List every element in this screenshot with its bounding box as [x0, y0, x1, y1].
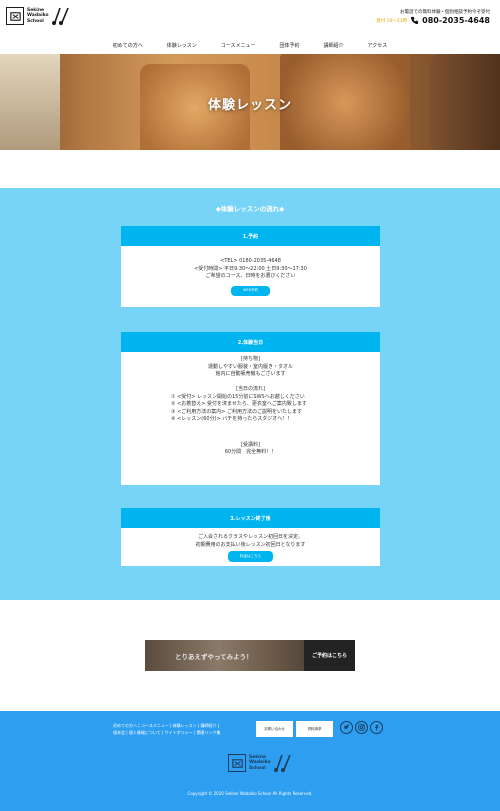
- drumsticks-icon: [273, 754, 291, 773]
- footer-link[interactable]: 個本会: [113, 730, 125, 735]
- phone-icon: [411, 16, 419, 25]
- book-now-label: ご予約はこちら: [311, 653, 347, 659]
- footer-link[interactable]: 初めての方へ: [113, 723, 137, 728]
- hero-banner: 体験レッスン: [0, 54, 500, 150]
- footer-link[interactable]: 講師紹介: [200, 723, 216, 728]
- step-heading: 3.レッスン終了後: [121, 508, 380, 528]
- step2-line: 館内に自動販売機もございます: [215, 371, 286, 377]
- footer-links: 初めての方へ | コースメニュー | 体験レッスン | 講師紹介 | 個本会 |…: [113, 723, 221, 735]
- nav-item-first-time[interactable]: 初めての方へ: [113, 40, 143, 52]
- facebook-icon[interactable]: [370, 721, 383, 734]
- contact-phone-number[interactable]: 080-2035-4648: [422, 16, 490, 25]
- nav-item-access[interactable]: アクセス: [368, 40, 388, 52]
- step-card-after-lesson: 3.レッスン終了後 ご入会されるクラスやレッスン初回日を決定。 初期費用のお支払…: [121, 508, 380, 566]
- drum-logo-icon: [228, 754, 246, 772]
- footer-link[interactable]: コースメニュー: [141, 723, 169, 728]
- step1-line: <受付時間> 平日9:30～22:00 土日9:30～17:30: [194, 265, 307, 272]
- contact-button[interactable]: お問い合わせ: [256, 721, 293, 737]
- step3-line: 初期費用のお支払い後レッスン初回日となります: [195, 541, 306, 548]
- header-contact: お電話での無料体験・個別相談予約今ぞ受付 受付 10～21時 080-2035-…: [376, 9, 490, 25]
- drumsticks-icon: [51, 7, 69, 26]
- twitter-icon[interactable]: [340, 721, 353, 734]
- main-nav: 初めての方へ 体験レッスン コースメニュー 団体予約 講師紹介 アクセス: [0, 40, 500, 52]
- flow-step-item: ④ <レッスン(60分)> バチを持ったらスタジオへ！！: [171, 416, 293, 422]
- step-card-lesson-day: 2.体験当日 [持ち物] 運動しやすい服装・室内履き・タオル 館内に自動販売機も…: [121, 332, 380, 485]
- step-heading: 1.予約: [121, 226, 380, 246]
- footer-link[interactable]: サイトポリシー: [165, 730, 193, 735]
- instagram-icon[interactable]: [355, 721, 368, 734]
- step3-line: ご入会されるクラスやレッスン初回日を決定。: [198, 534, 303, 540]
- book-now-button[interactable]: ご予約はこちら: [304, 640, 355, 671]
- lesson-flow-section: ◆体験レッスンの流れ◆ 1.予約 <TEL> 0180-2035-4648 <受…: [0, 188, 500, 600]
- logo-line-3: School: [249, 765, 266, 771]
- flow-section-title: ◆体験レッスンの流れ◆: [215, 205, 285, 213]
- nav-item-group-booking[interactable]: 団体予約: [280, 40, 300, 52]
- fee-value: 60分間 完全無料！！: [224, 449, 277, 455]
- logo-wordmark: Sekine Wadaiko School: [27, 8, 49, 25]
- drum-logo-icon: [6, 7, 24, 25]
- flow-step-item: ① <受付> レッスン開始の15分前にSWSへお越しください: [171, 393, 305, 400]
- site-footer: 初めての方へ | コースメニュー | 体験レッスン | 講師紹介 | 個本会 |…: [0, 711, 500, 811]
- contact-tagline: お電話での無料体験・個別相談予約今ぞ受付: [400, 10, 490, 15]
- footer-link[interactable]: 関連リンク集: [197, 730, 221, 735]
- step2-line: [当日の流れ]: [236, 386, 265, 392]
- nav-item-instructors[interactable]: 講師紹介: [324, 40, 344, 52]
- pricing-button[interactable]: 料金はこちら: [228, 551, 273, 562]
- copyright-text: Copyright © 2020 Sekine Wadaiko School A…: [187, 791, 313, 796]
- footer-link[interactable]: 体験レッスン: [173, 723, 197, 728]
- step-card-reservation: 1.予約 <TEL> 0180-2035-4648 <受付時間> 平日9:30～…: [121, 226, 380, 307]
- logo-line-3: School: [27, 18, 44, 24]
- flow-step-item: ③ <ご利用方法の案内> ご利用方法のご説明をいたします: [171, 408, 303, 415]
- nav-item-course-menu[interactable]: コースメニュー: [221, 40, 256, 52]
- booking-banner[interactable]: とりあえずやってみよう！ ご予約はこちら: [145, 640, 355, 671]
- footer-link[interactable]: 個人情報について: [129, 730, 161, 735]
- step2-line: 運動しやすい服装・室内履き・タオル: [208, 363, 293, 370]
- web-reservation-button[interactable]: WEB予約: [230, 285, 271, 296]
- fee-label: [受講料]: [241, 441, 260, 448]
- step1-line: <TEL> 0180-2035-4648: [220, 258, 281, 264]
- step2-line: [持ち物]: [241, 356, 260, 362]
- page-title: 体験レッスン: [207, 98, 292, 113]
- brochure-button[interactable]: 資料請求: [296, 721, 333, 737]
- footer-logo-wordmark: Sekine Wadaiko School: [249, 755, 271, 772]
- site-logo[interactable]: Sekine Wadaiko School: [6, 6, 71, 26]
- step1-line: ご希望のコース、日時をお選びください: [205, 273, 296, 279]
- banner-tagline: とりあえずやってみよう！: [175, 653, 253, 661]
- logo-line-2: Wadaiko: [249, 760, 271, 766]
- nav-item-trial-lesson[interactable]: 体験レッスン: [167, 40, 197, 52]
- logo-line-2: Wadaiko: [27, 13, 49, 19]
- flow-step-item: ② <お着替え> 受付を済ませたら、更衣室へご案内致します: [171, 401, 307, 407]
- site-header: Sekine Wadaiko School お電話での無料体験・個別相談予約今ぞ…: [0, 0, 500, 34]
- contact-hours: 受付 10～21時: [376, 18, 408, 24]
- step-heading: 2.体験当日: [121, 332, 380, 352]
- footer-logo[interactable]: Sekine Wadaiko School: [228, 753, 293, 773]
